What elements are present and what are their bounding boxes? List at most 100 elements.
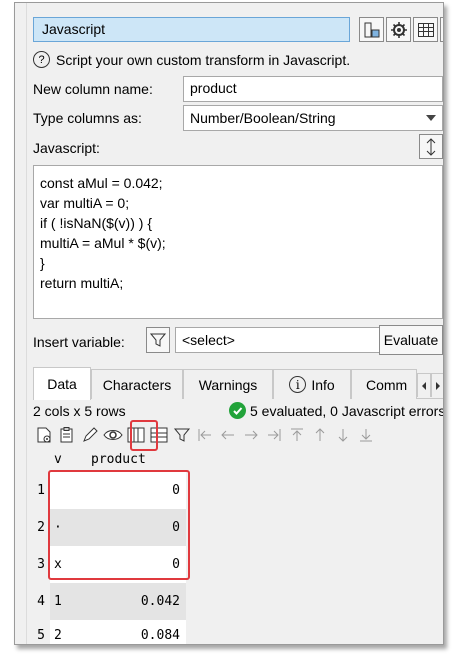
up-button[interactable] [309,424,331,446]
table-row[interactable]: 4 1 0.042 [33,583,189,620]
export-button[interactable] [33,424,55,446]
tab-scroll-left[interactable] [417,373,431,397]
type-columns-value: Number/Boolean/String [190,110,336,126]
last-button[interactable] [263,424,285,446]
code-line: return multiA; [40,275,124,291]
dock-strip [15,3,27,644]
tab-characters[interactable]: Characters [91,369,183,399]
row-number: 5 [33,620,49,644]
cell-v[interactable]: 2 [50,620,86,644]
filter-variables-button[interactable] [146,327,170,353]
chevron-right-icon [436,381,440,390]
row-number: 1 [33,472,49,509]
chevron-left-icon [422,381,426,390]
first-icon [198,429,211,441]
bottom-button[interactable] [355,424,377,446]
status-row: 2 cols x 5 rows 5 evaluated, 0 Javascrip… [33,402,444,422]
tab-warnings-label: Warnings [198,376,258,393]
tab-bar: Data Characters Warnings i Info Comm [33,367,443,400]
document-export-icon [37,427,51,443]
code-line: if ( !isNaN($(v)) ) { [40,215,152,231]
dims-text: 2 cols x 5 rows [33,403,126,419]
bottom-icon [360,429,372,442]
new-column-name-input[interactable]: product [183,76,443,102]
tab-warnings[interactable]: Warnings [183,369,273,399]
arrow-down-icon [338,429,348,442]
show-whitespace-button[interactable] [102,424,124,446]
filter-icon [150,333,166,347]
top-icon [291,428,303,441]
tab-info[interactable]: i Info [273,369,351,399]
transform-title[interactable]: Javascript [33,17,350,42]
cell-product[interactable]: 0.084 [86,620,186,644]
table-view-button[interactable] [413,17,438,42]
help-text: Script your own custom transform in Java… [56,51,351,68]
eye-icon [103,430,123,440]
panel-body: Javascript ? Script your own custom tran… [27,3,444,644]
arrow-right-icon [245,430,258,440]
rows-highlight [48,470,190,580]
tab-comm[interactable]: Comm [351,369,417,399]
type-columns-label: Type columns as: [33,110,142,126]
arrow-left-icon [221,430,234,440]
code-line: const aMul = 0.042; [40,175,163,191]
settings-button[interactable] [386,17,411,42]
clipboard-icon [60,427,73,443]
top-button[interactable] [286,424,308,446]
code-line: } [40,255,45,271]
transform-panel: Javascript ? Script your own custom tran… [14,2,444,645]
filter-icon [173,428,191,442]
first-button[interactable] [194,424,216,446]
javascript-editor[interactable]: const aMul = 0.042; var multiA = 0; if (… [33,165,443,319]
last-icon [268,429,281,441]
next-button[interactable] [240,424,262,446]
table-row[interactable]: 5 2 0.084 [33,620,189,644]
help-row: ? Script your own custom transform in Ja… [33,51,350,68]
row-number: 2 [33,509,49,546]
vertical-resize-icon [426,137,436,156]
data-grid: v product 1 0 2 · 0 3 x 0 4 1 0.042 5 2 … [33,450,443,644]
pencil-icon [83,427,98,442]
tab-characters-label: Characters [102,376,172,393]
help-icon[interactable]: ? [33,51,50,68]
evaluate-button[interactable]: Evaluate [379,325,443,355]
code-line: var multiA = 0; [40,195,130,211]
filter-button[interactable] [171,424,193,446]
previous-button[interactable] [217,424,239,446]
paste-button[interactable] [56,424,78,446]
evaluation-status: 5 evaluated, 0 Javascript errors [229,402,444,419]
info-icon: i [289,376,307,393]
maximize-button[interactable] [440,17,444,42]
resize-editor-button[interactable] [419,134,443,159]
insert-variable-label: Insert variable: [33,334,125,350]
columns-icon [364,22,379,37]
arrow-up-icon [315,428,325,441]
gear-icon [390,21,407,38]
column-header-product[interactable]: product [91,452,146,467]
chevron-down-icon [426,115,436,121]
cell-v[interactable]: 1 [50,583,86,620]
grid-header: v product [33,450,163,470]
insert-variable-value: <select> [182,332,235,348]
type-columns-select[interactable]: Number/Boolean/String [183,105,443,131]
check-icon [229,402,246,419]
row-number: 4 [33,583,49,620]
data-toolbar [33,424,377,446]
tab-data-label: Data [47,376,77,392]
evaluated-text: 5 evaluated, 0 Javascript errors [250,402,444,419]
new-column-label: New column name: [33,81,153,97]
tab-scroll-right[interactable] [431,373,443,397]
down-button[interactable] [332,424,354,446]
cell-product[interactable]: 0.042 [86,583,186,620]
tab-comm-label: Comm [366,376,408,393]
expand-icon [442,21,444,39]
column-header-v[interactable]: v [54,452,62,467]
edit-button[interactable] [79,424,101,446]
table-icon [417,22,434,37]
columns-icon-button[interactable] [359,17,384,42]
row-number: 3 [33,546,49,583]
insert-variable-select[interactable]: <select> [175,327,401,353]
tab-data[interactable]: Data [33,367,91,400]
javascript-label: Javascript: [33,140,100,156]
tab-info-label: Info [311,376,335,393]
